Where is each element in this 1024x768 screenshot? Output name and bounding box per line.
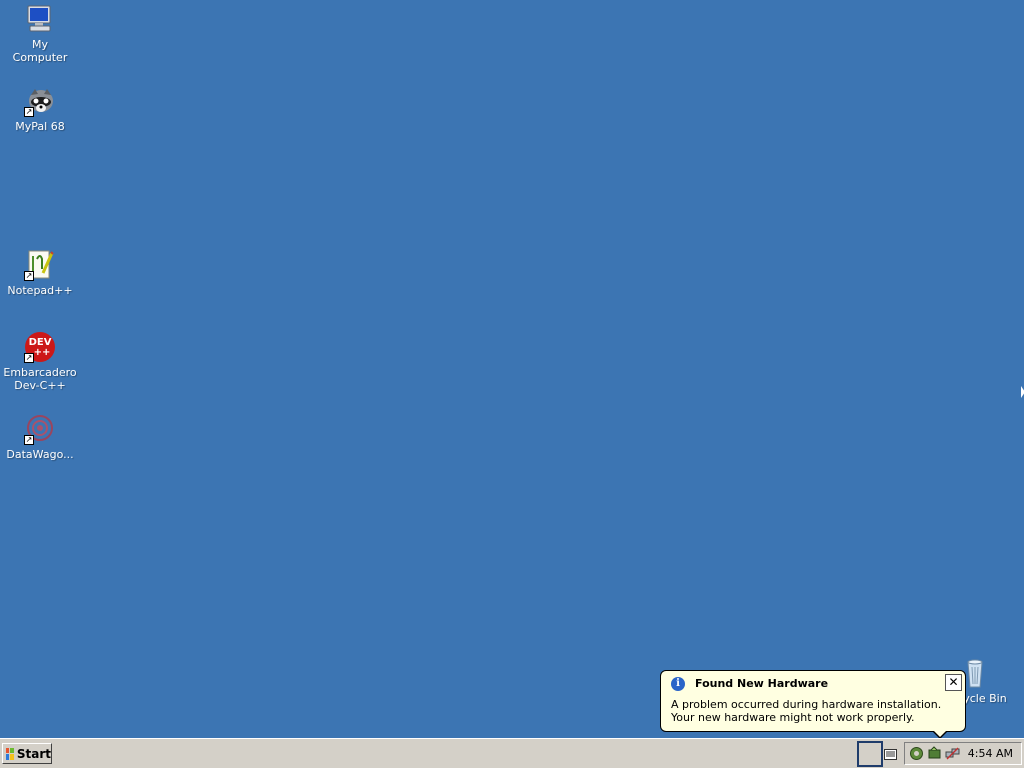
desktop-icon-label: Embarcadero Dev-C++ [3,366,77,392]
balloon-title: Found New Hardware [695,677,829,690]
safely-remove-hardware-icon[interactable] [909,746,924,761]
network-connection-icon[interactable] [945,746,960,761]
start-label: Start [16,746,51,761]
datawagon-icon: ↗ [24,413,56,445]
desktop-icon-label: My Computer [12,38,68,64]
system-tray: 4:54 AM [904,742,1022,765]
taskbar-window-button[interactable] [857,741,883,767]
found-new-hardware-balloon[interactable]: i Found New Hardware ✕ A problem occurre… [660,670,966,732]
desktop-icon-datawagon[interactable]: ↗ DataWago... [1,413,79,461]
desktop-icon-label: Notepad++ [7,284,73,297]
shortcut-arrow-icon: ↗ [24,353,34,363]
balloon-close-button[interactable]: ✕ [945,674,962,691]
desktop-icon-notepad-plus-plus[interactable]: ↗ Notepad++ [1,249,79,297]
desktop-icon-mypal[interactable]: ↗ MyPal 68 [1,85,79,133]
shortcut-arrow-icon: ↗ [24,435,34,445]
taskbar: Start 4:54 AM [0,738,1024,768]
keyboard-language-icon[interactable] [884,749,897,760]
desktop-icon-my-computer[interactable]: My Computer [1,3,79,64]
desktop-icon-devcpp[interactable]: DEV ++ ↗ Embarcadero Dev-C++ [1,331,79,392]
taskbar-clock[interactable]: 4:54 AM [968,747,1013,760]
balloon-message: A problem occurred during hardware insta… [671,698,942,724]
hardware-device-icon[interactable] [927,746,942,761]
devcpp-icon: DEV ++ ↗ [24,331,56,363]
svg-text:++: ++ [34,347,51,358]
shortcut-arrow-icon: ↗ [24,271,34,281]
shortcut-arrow-icon: ↗ [24,107,34,117]
desktop: My Computer ↗ MyPal 68 ↗ Notepad++ DEV +… [0,0,1024,738]
my-computer-icon [24,3,56,35]
start-button[interactable]: Start [2,743,52,764]
windows-logo-icon [6,747,14,760]
info-icon: i [671,677,685,691]
desktop-icon-label: DataWago... [6,448,74,461]
balloon-tail-fill [933,730,947,737]
desktop-icon-label: MyPal 68 [15,120,65,133]
notepad-plus-plus-icon: ↗ [24,249,56,281]
mypal-raccoon-icon: ↗ [24,85,56,117]
